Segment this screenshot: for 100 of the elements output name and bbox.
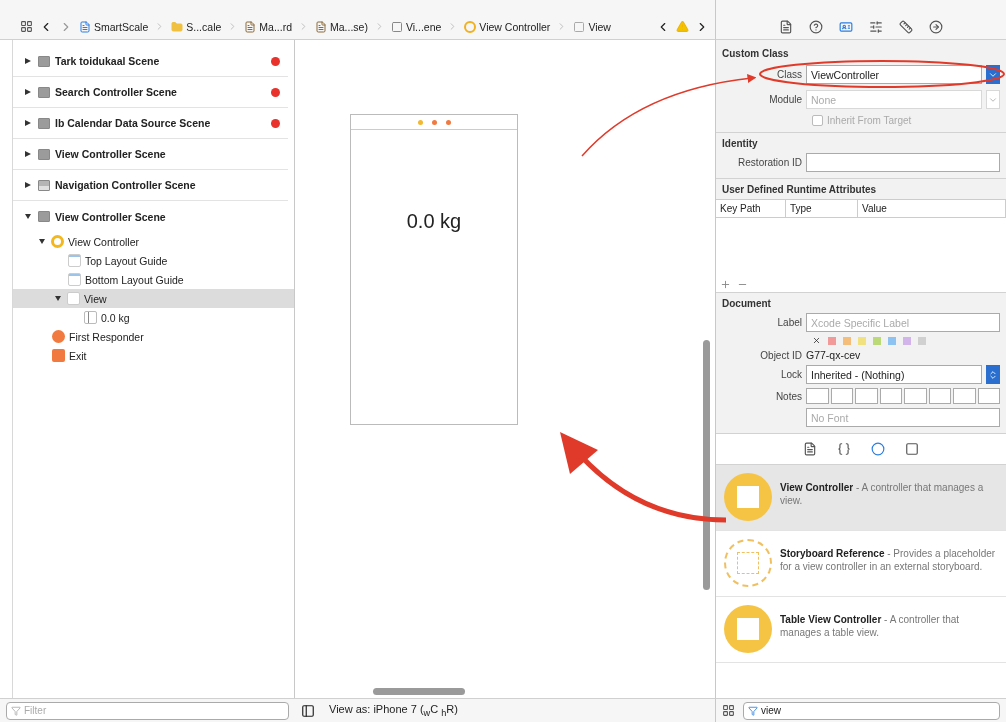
- grid-icon[interactable]: [722, 704, 735, 717]
- outline-item[interactable]: View: [13, 289, 294, 308]
- scene-row[interactable]: Search Controller Scene: [13, 77, 288, 108]
- view-icon: [67, 292, 80, 305]
- color-swatch[interactable]: [903, 336, 911, 345]
- stepper-button[interactable]: [986, 365, 1000, 384]
- disclosure-triangle-icon[interactable]: [25, 182, 31, 188]
- section-title: User Defined Runtime Attributes: [722, 184, 878, 195]
- breadcrumb-item[interactable]: SmartScale: [79, 20, 149, 33]
- color-swatch[interactable]: [843, 336, 851, 345]
- grid-icon[interactable]: [20, 20, 33, 33]
- library-tab[interactable]: [803, 442, 817, 456]
- controller-dot-icon: [417, 119, 423, 125]
- disclosure-triangle-icon[interactable]: [39, 239, 45, 244]
- field-label: Lock: [779, 369, 802, 380]
- scene-row[interactable]: Tark toidukaal Scene: [13, 46, 288, 77]
- filter-icon: [748, 705, 758, 716]
- breadcrumb-item[interactable]: S...cale: [171, 20, 222, 33]
- add-icon[interactable]: [720, 279, 731, 290]
- table-controller-icon: [724, 605, 772, 653]
- outline-item[interactable]: View Controller: [13, 232, 294, 251]
- inspector-tab[interactable]: [899, 19, 913, 34]
- panel-toggle-icon[interactable]: [301, 703, 315, 718]
- column-header[interactable]: Value: [858, 200, 1006, 218]
- color-swatch[interactable]: [858, 336, 866, 345]
- object-id-value: G77-qx-cev: [806, 349, 861, 361]
- scene-icon: [390, 20, 403, 33]
- inspector-tab[interactable]: [839, 19, 853, 34]
- checkbox-label: Inherit From Target: [827, 115, 912, 126]
- library-item-text: Storyboard Reference - Provides a placeholder for a view controller in an external storyboard.: [780, 547, 997, 573]
- disclosure-triangle-icon[interactable]: [25, 58, 31, 64]
- responder-icon: [52, 330, 65, 343]
- file-icon: [315, 20, 327, 33]
- outline-item[interactable]: Top Layout Guide: [13, 251, 294, 270]
- color-swatch[interactable]: [918, 336, 926, 345]
- exit-dot-icon: [445, 119, 451, 125]
- breadcrumb-item[interactable]: View: [573, 20, 611, 33]
- scene-icon: [38, 117, 50, 129]
- section-title: Document: [722, 298, 772, 309]
- field-label: Label: [776, 317, 802, 328]
- inspector-tab[interactable]: [809, 19, 823, 34]
- disclosure-triangle-icon[interactable]: [25, 120, 31, 126]
- disclosure-triangle-icon[interactable]: [25, 89, 31, 95]
- scene-row[interactable]: Navigation Controller Scene: [13, 170, 288, 201]
- library-item-text: Table View Controller - A controller that manages a table view.: [780, 613, 961, 639]
- clear-icon[interactable]: [812, 336, 821, 345]
- inspector-tab[interactable]: [929, 19, 943, 34]
- file-icon: [244, 20, 257, 33]
- breadcrumb-item[interactable]: View Controller: [464, 20, 551, 33]
- breadcrumb-item[interactable]: Vi...ene: [390, 20, 442, 33]
- lock-select[interactable]: Inherited - (Nothing): [806, 365, 982, 384]
- outline-item[interactable]: Bottom Layout Guide: [13, 270, 294, 289]
- library-item[interactable]: Storyboard Reference - Provides a placeholder for a view controller in an external storyboard.: [716, 531, 1006, 597]
- scrollbar[interactable]: [703, 340, 710, 590]
- inspector-tab[interactable]: [869, 19, 883, 34]
- field-label: Notes: [774, 390, 802, 402]
- field-label: Object ID: [759, 349, 802, 361]
- up-down-icon: [988, 369, 998, 380]
- library-item[interactable]: Table View Controller - A controller that manages a table view.: [716, 597, 1006, 663]
- disclosure-triangle-icon[interactable]: [55, 296, 61, 301]
- color-swatch[interactable]: [888, 336, 896, 345]
- field-label: Class: [776, 69, 802, 80]
- library-tab[interactable]: [837, 442, 851, 456]
- library-tab[interactable]: [871, 442, 885, 456]
- scene-row[interactable]: View Controller Scene: [13, 201, 288, 232]
- field-label: Module: [768, 94, 802, 105]
- filter-icon: [11, 705, 21, 716]
- library-item-text: View Controller - A controller that manages a view.: [780, 481, 985, 507]
- disclosure-triangle-icon[interactable]: [25, 151, 31, 157]
- scene-row[interactable]: Ib Calendar Data Source Scene: [13, 108, 288, 139]
- library-tab[interactable]: [905, 442, 919, 456]
- scrollbar[interactable]: [373, 688, 465, 695]
- library-item[interactable]: View Controller - A controller that manages a view.: [716, 465, 1006, 531]
- label-icon: [84, 311, 97, 324]
- outline-item[interactable]: Exit: [13, 346, 294, 365]
- inspector-tab[interactable]: [779, 19, 793, 34]
- scene-icon: [38, 148, 50, 160]
- section-title: Identity: [722, 138, 759, 149]
- outline-item[interactable]: 0.0 kg: [13, 308, 294, 327]
- color-swatch[interactable]: [828, 336, 836, 345]
- project-icon: [79, 20, 91, 33]
- color-swatch[interactable]: [873, 336, 881, 345]
- exit-icon: [52, 349, 65, 362]
- section-title: Custom Class: [722, 48, 790, 59]
- breadcrumb-item[interactable]: Ma...se): [315, 20, 368, 33]
- controller-icon: [724, 473, 772, 521]
- disclosure-triangle-icon[interactable]: [25, 214, 31, 219]
- breadcrumb-item[interactable]: Ma...rd: [244, 20, 292, 33]
- scene-row[interactable]: View Controller Scene: [13, 139, 288, 170]
- library-filter-field[interactable]: view: [743, 701, 1000, 720]
- column-header[interactable]: Key Path: [716, 200, 786, 218]
- outline-item[interactable]: First Responder: [13, 327, 294, 346]
- restoration-id-field[interactable]: [806, 153, 1000, 172]
- weight-label: 0.0 kg: [405, 210, 463, 233]
- column-header[interactable]: Type: [786, 200, 858, 218]
- class-field[interactable]: ViewController: [806, 65, 982, 84]
- navigation-scene-icon: [38, 179, 50, 191]
- scene-icon: [38, 55, 50, 67]
- guide-icon: [68, 254, 81, 267]
- checkbox[interactable]: [812, 115, 823, 126]
